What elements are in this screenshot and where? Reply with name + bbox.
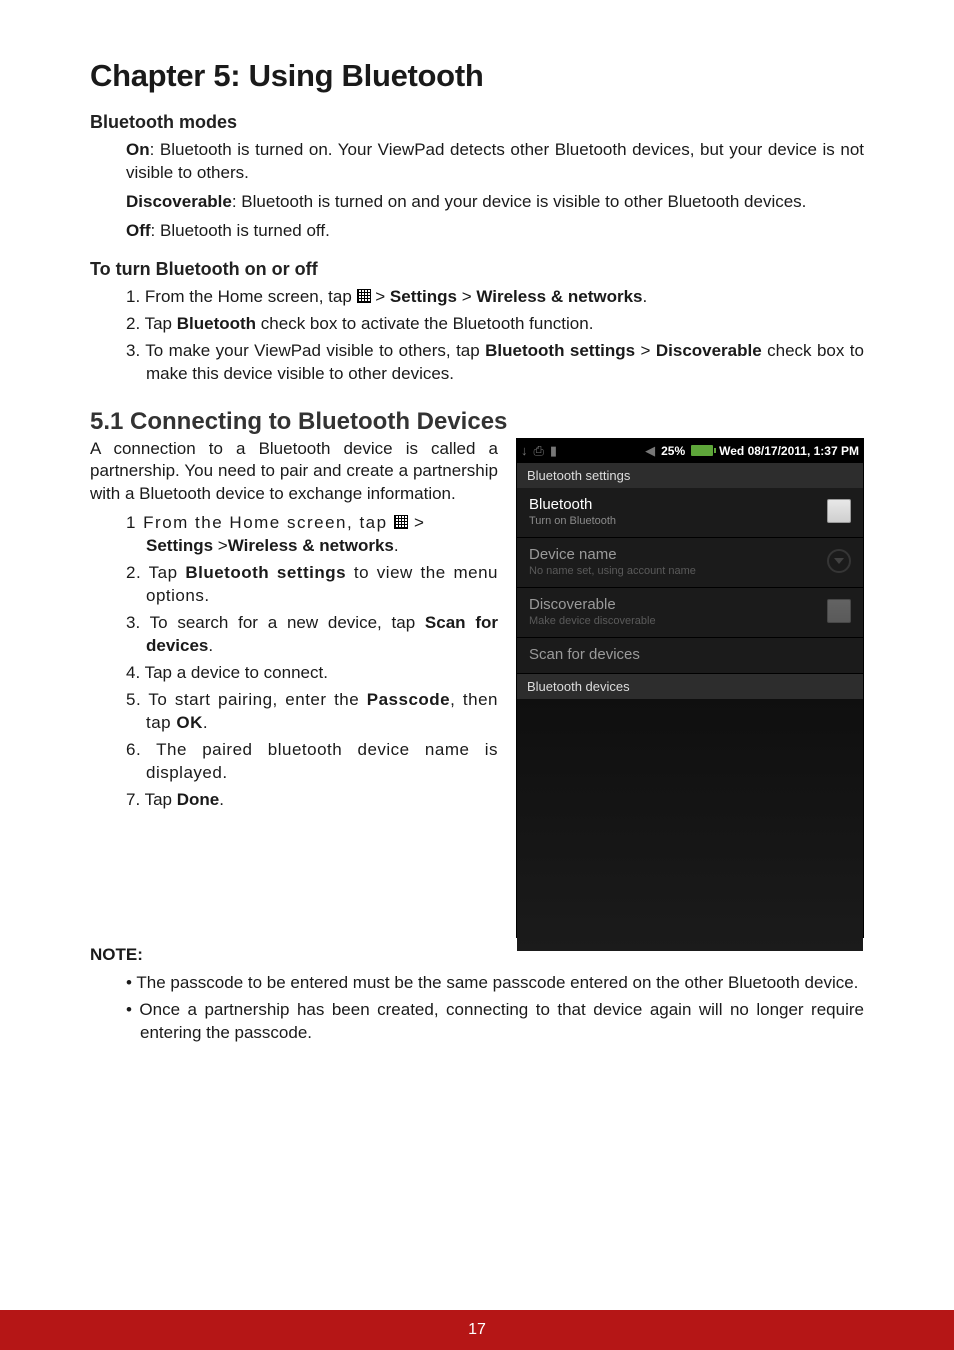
download-icon: ↓ [521,443,528,458]
mode-discoverable-text: : Bluetooth is turned on and your device… [232,192,807,211]
text: . [219,790,224,809]
text: 3. To search for a new device, tap [126,613,425,632]
mode-off: Off: Bluetooth is turned off. [126,220,864,243]
row-discoverable[interactable]: Discoverable Make device discoverable [517,588,863,638]
text: Passcode [367,690,450,709]
text: Wireless & networks [228,536,394,555]
connect-step-3: 3. To search for a new device, tap Scan … [126,612,498,658]
connect-block: A connection to a Bluetooth device is ca… [90,438,864,938]
mode-on-label: On [126,140,150,159]
status-left-icons: ↓ ⎙ ▮ [521,443,557,459]
text: 3. To make your ViewPad visible to other… [126,341,485,360]
chapter-title: Chapter 5: Using Bluetooth [90,58,864,94]
text: check box to activate the Bluetooth func… [256,314,593,333]
note-bullets: The passcode to be entered must be the s… [126,972,864,1045]
apps-grid-icon [394,515,408,529]
mode-on: On: Bluetooth is turned on. Your ViewPad… [126,139,864,185]
text: Discoverable [656,341,762,360]
section-bluetooth-settings: Bluetooth settings [517,463,863,488]
page-number: 17 [468,1321,486,1338]
note-colon: : [137,945,143,964]
row-device-name-sub: No name set, using account name [529,565,827,577]
row-device-name-title: Device name [529,546,827,563]
note-bullet-2: Once a partnership has been created, con… [126,999,864,1045]
note-bullet-1: The passcode to be entered must be the s… [126,972,864,995]
text: 5. To start pairing, enter the [126,690,367,709]
modes-block: On: Bluetooth is turned on. Your ViewPad… [126,139,864,243]
page-footer: 17 [0,1310,954,1350]
text: Bluetooth [177,314,256,333]
mode-on-text: : Bluetooth is turned on. Your ViewPad d… [126,140,864,182]
checkbox-icon [827,599,851,623]
text: . [643,287,648,306]
checkbox-icon[interactable] [827,499,851,523]
row-bluetooth-sub: Turn on Bluetooth [529,515,827,527]
connect-step-5: 5. To start pairing, enter the Passcode,… [126,689,498,735]
connect-step-6: 6. The paired bluetooth device name is d… [126,739,498,785]
row-discoverable-title: Discoverable [529,596,827,613]
mode-discoverable: Discoverable: Bluetooth is turned on and… [126,191,864,214]
connect-step-4: 4. Tap a device to connect. [126,662,498,685]
text: Settings [390,287,457,306]
connect-step-2: 2. Tap Bluetooth settings to view the me… [126,562,498,608]
text: > [635,341,656,360]
text: Settings [146,536,213,555]
text: > [408,513,426,532]
devices-empty-area [517,699,863,951]
text: . [208,636,213,655]
connect-step-7: 7. Tap Done. [126,789,498,812]
connect-left: A connection to a Bluetooth device is ca… [90,438,498,816]
row-scan[interactable]: Scan for devices [517,638,863,674]
connect-step-1: 1 From the Home screen, tap > Settings >… [126,512,498,558]
bluetooth-modes-heading: Bluetooth modes [90,112,864,133]
text: . [203,713,208,732]
text: Bluetooth settings [185,563,346,582]
toggle-step-2: 2. Tap Bluetooth check box to activate t… [126,313,864,336]
status-bar: ↓ ⎙ ▮ ◀ 25% Wed 08/17/2011, 1:37 PM [517,439,863,463]
row-bluetooth-title: Bluetooth [529,496,827,513]
row-scan-title: Scan for devices [529,646,851,663]
battery-icon [691,445,713,456]
text: 2. Tap [126,314,177,333]
battery-small-icon: ▮ [550,443,557,459]
text: Wireless & networks [476,287,642,306]
row-discoverable-sub: Make device discoverable [529,615,827,627]
connect-heading: 5.1 Connecting to Bluetooth Devices [90,408,864,436]
text: 1. From the Home screen, tap [126,287,357,306]
status-percent: 25% [661,444,685,458]
connect-steps: 1 From the Home screen, tap > Settings >… [126,512,498,811]
mode-off-text: : Bluetooth is turned off. [151,221,330,240]
text: Bluetooth settings [485,341,635,360]
status-right: ◀ 25% Wed 08/17/2011, 1:37 PM [645,443,859,459]
status-time: Wed 08/17/2011, 1:37 PM [719,444,859,458]
volume-icon: ◀ [645,443,655,459]
mode-off-label: Off [126,221,151,240]
row-device-name[interactable]: Device name No name set, using account n… [517,538,863,588]
toggle-step-1: 1. From the Home screen, tap > Settings … [126,286,864,309]
dropdown-icon [827,549,851,573]
text: . [394,536,399,555]
row-bluetooth[interactable]: Bluetooth Turn on Bluetooth [517,488,863,538]
text: OK [176,713,203,732]
toggle-step-3: 3. To make your ViewPad visible to other… [126,340,864,386]
android-screenshot: ↓ ⎙ ▮ ◀ 25% Wed 08/17/2011, 1:37 PM Blue… [516,438,864,938]
usb-icon: ⎙ [534,443,544,459]
text: 1 From the Home screen, tap [126,513,394,532]
mode-discoverable-label: Discoverable [126,192,232,211]
text: > [457,287,476,306]
text: > [213,536,228,555]
section-bluetooth-devices: Bluetooth devices [517,674,863,699]
note-label: NOTE [90,945,137,964]
text: 7. Tap [126,790,177,809]
connect-intro: A connection to a Bluetooth device is ca… [90,438,498,507]
page: Chapter 5: Using Bluetooth Bluetooth mod… [0,0,954,1350]
apps-grid-icon [357,289,371,303]
text: Done [177,790,220,809]
text: 2. Tap [126,563,185,582]
screenshot-container: ↓ ⎙ ▮ ◀ 25% Wed 08/17/2011, 1:37 PM Blue… [516,438,864,938]
toggle-heading: To turn Bluetooth on or off [90,259,864,280]
toggle-steps: 1. From the Home screen, tap > Settings … [126,286,864,386]
text: > [371,287,390,306]
